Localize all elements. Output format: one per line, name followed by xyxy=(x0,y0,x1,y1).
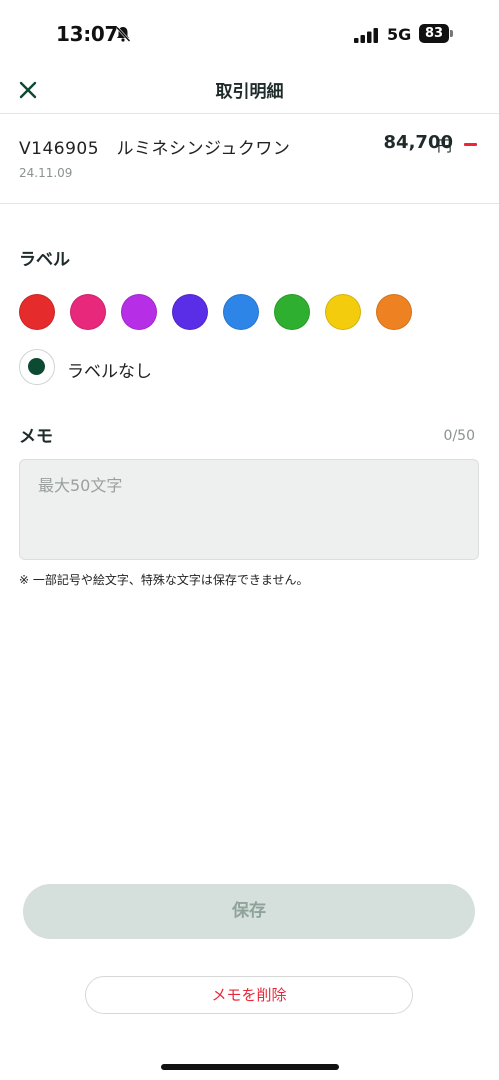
bell-muted-icon xyxy=(114,25,132,43)
page-title: 取引明細 xyxy=(215,82,284,102)
memo-input[interactable] xyxy=(19,459,479,560)
memo-section-title: メモ xyxy=(19,427,53,447)
transaction-summary: V146905 ルミネシンジュクワン 84,700 円 24.11.09 xyxy=(0,114,499,204)
label-color-green[interactable] xyxy=(274,294,310,330)
minus-icon xyxy=(464,143,477,146)
label-color-orange[interactable] xyxy=(376,294,412,330)
save-button[interactable]: 保存 xyxy=(23,884,475,939)
label-color-indigo[interactable] xyxy=(172,294,208,330)
transaction-date: 24.11.09 xyxy=(19,166,73,180)
battery-icon: 83 xyxy=(419,24,449,43)
screen: 13:07 5G 83 取引明細 V146905 ルミネシンジュクワン 84,7… xyxy=(0,0,499,1080)
label-color-row xyxy=(19,294,419,330)
label-color-blue[interactable] xyxy=(223,294,259,330)
label-color-yellow[interactable] xyxy=(325,294,361,330)
label-color-purple[interactable] xyxy=(121,294,157,330)
status-time: 13:07 xyxy=(56,22,119,46)
nav-header: 取引明細 xyxy=(0,68,499,114)
no-label-option[interactable]: ラベルなし xyxy=(19,349,219,385)
transaction-name: V146905 ルミネシンジュクワン xyxy=(19,139,291,159)
signal-icon xyxy=(354,27,380,43)
network-type: 5G xyxy=(387,25,412,44)
home-indicator xyxy=(161,1064,339,1070)
no-label-text: ラベルなし xyxy=(67,362,152,382)
selected-radio-icon xyxy=(19,349,55,385)
transaction-currency: 円 xyxy=(437,137,453,155)
memo-char-counter: 0/50 xyxy=(443,428,475,444)
label-section-title: ラベル xyxy=(19,250,70,270)
label-color-red[interactable] xyxy=(19,294,55,330)
battery-tip xyxy=(450,30,453,37)
label-color-pink[interactable] xyxy=(70,294,106,330)
delete-memo-button[interactable]: メモを削除 xyxy=(85,976,413,1014)
status-bar: 13:07 5G 83 xyxy=(0,0,499,68)
memo-notice: ※ 一部記号や絵文字、特殊な文字は保存できません。 xyxy=(19,573,309,587)
